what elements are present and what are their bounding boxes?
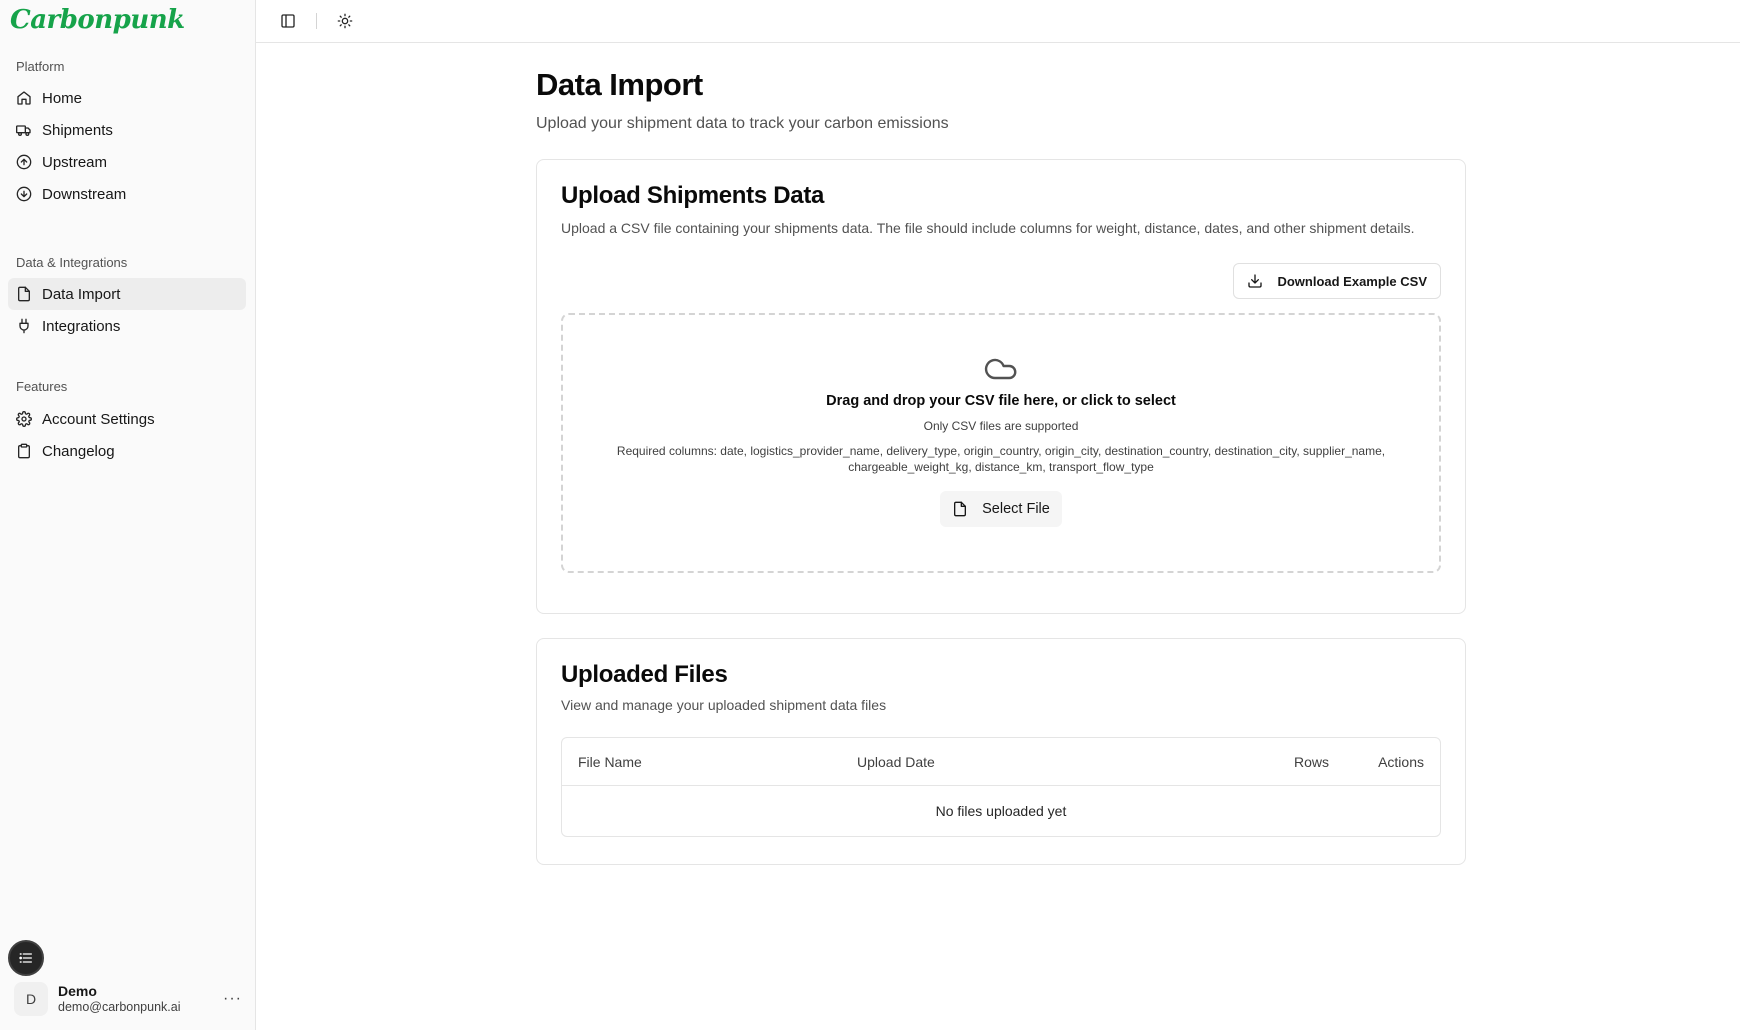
sidebar-panel-icon — [280, 13, 296, 29]
download-example-csv-label: Download Example CSV — [1277, 273, 1427, 289]
download-icon — [1247, 273, 1263, 289]
dropzone-title: Drag and drop your CSV file here, or cli… — [826, 393, 1176, 409]
sidebar-item-upstream[interactable]: Upstream — [8, 146, 246, 178]
nav-group-platform-label: Platform — [16, 59, 65, 74]
select-file-label: Select File — [982, 501, 1050, 517]
csv-dropzone[interactable]: Drag and drop your CSV file here, or cli… — [561, 313, 1441, 573]
user-email: demo@carbonpunk.ai — [58, 999, 181, 1014]
nav-group-data-label: Data & Integrations — [16, 255, 128, 270]
sidebar-item-integrations[interactable]: Integrations — [8, 310, 246, 342]
upload-card-title: Upload Shipments Data — [561, 182, 825, 209]
arrow-up-circle-icon — [16, 154, 32, 170]
sidebar-item-label: Account Settings — [42, 410, 155, 428]
sidebar-item-home[interactable]: Home — [8, 82, 246, 114]
clipboard-icon — [16, 443, 32, 459]
user-menu[interactable]: D Demo demo@carbonpunk.ai ··· — [14, 978, 246, 1020]
brand-logo-text: Carbonpunk — [10, 5, 185, 35]
table-header: File Name Upload Date Rows Actions — [562, 738, 1440, 786]
files-card-title: Uploaded Files — [561, 661, 728, 688]
file-icon — [952, 501, 968, 517]
user-info: Demo demo@carbonpunk.ai — [58, 983, 213, 1015]
sidebar-item-changelog[interactable]: Changelog — [8, 435, 246, 467]
page-subtitle: Upload your shipment data to track your … — [536, 115, 949, 132]
avatar: D — [14, 982, 48, 1016]
page-content: Data Import Upload your shipment data to… — [536, 43, 1466, 865]
download-example-csv-button[interactable]: Download Example CSV — [1233, 263, 1441, 299]
upload-shipments-card: Upload Shipments Data Upload a CSV file … — [536, 159, 1466, 614]
truck-icon — [16, 122, 32, 138]
brand-logo[interactable]: Carbonpunk — [10, 4, 185, 36]
uploaded-files-card: Uploaded Files View and manage your uplo… — [536, 638, 1466, 865]
main-area: Data Import Upload your shipment data to… — [256, 0, 1740, 1030]
sun-icon — [337, 13, 353, 29]
sidebar-item-label: Data Import — [42, 285, 121, 303]
download-row: Download Example CSV — [561, 263, 1441, 299]
user-name: Demo — [58, 983, 97, 1000]
topbar-divider — [316, 13, 317, 29]
assistant-toggle-button[interactable] — [8, 940, 44, 976]
arrow-down-circle-icon — [16, 186, 32, 202]
sidebar-item-label: Downstream — [42, 185, 127, 203]
more-options-icon[interactable]: ··· — [223, 990, 246, 1008]
toggle-sidebar-button[interactable] — [272, 5, 304, 37]
table-empty-row: No files uploaded yet — [935, 803, 1067, 819]
theme-toggle-button[interactable] — [329, 5, 361, 37]
cloud-icon — [982, 351, 1020, 381]
sidebar-item-data-import[interactable]: Data Import — [8, 278, 246, 310]
list-icon — [18, 950, 34, 966]
column-header-file-name[interactable]: File Name — [578, 754, 857, 770]
gear-icon — [16, 411, 32, 427]
sidebar-item-label: Upstream — [42, 153, 108, 171]
select-file-button[interactable]: Select File — [940, 491, 1062, 527]
page-title: Data Import — [536, 67, 703, 102]
uploaded-files-table: File Name Upload Date Rows Actions No fi… — [561, 737, 1441, 837]
sidebar-item-label: Shipments — [42, 121, 113, 139]
topbar — [256, 0, 1740, 43]
dropzone-hint: Only CSV files are supported — [923, 419, 1079, 433]
sidebar-item-label: Home — [42, 89, 83, 107]
sidebar-item-account-settings[interactable]: Account Settings — [8, 403, 246, 435]
column-header-rows[interactable]: Rows — [1294, 754, 1362, 770]
sidebar: Carbonpunk Platform Home Shipments Upstr… — [0, 0, 256, 1030]
nav-group-features-label: Features — [16, 379, 68, 394]
plug-icon — [16, 318, 32, 334]
file-icon — [16, 286, 32, 302]
sidebar-item-label: Changelog — [42, 442, 115, 460]
column-header-actions: Actions — [1378, 753, 1424, 770]
sidebar-item-downstream[interactable]: Downstream — [8, 178, 246, 210]
column-header-upload-date[interactable]: Upload Date — [857, 754, 1294, 770]
home-icon — [16, 90, 32, 106]
sidebar-item-label: Integrations — [42, 317, 121, 335]
required-columns-text: Required columns: date, logistics_provid… — [616, 444, 1386, 474]
sidebar-item-shipments[interactable]: Shipments — [8, 114, 246, 146]
files-card-description: View and manage your uploaded shipment d… — [561, 697, 887, 713]
upload-card-description: Upload a CSV file containing your shipme… — [561, 220, 1415, 236]
